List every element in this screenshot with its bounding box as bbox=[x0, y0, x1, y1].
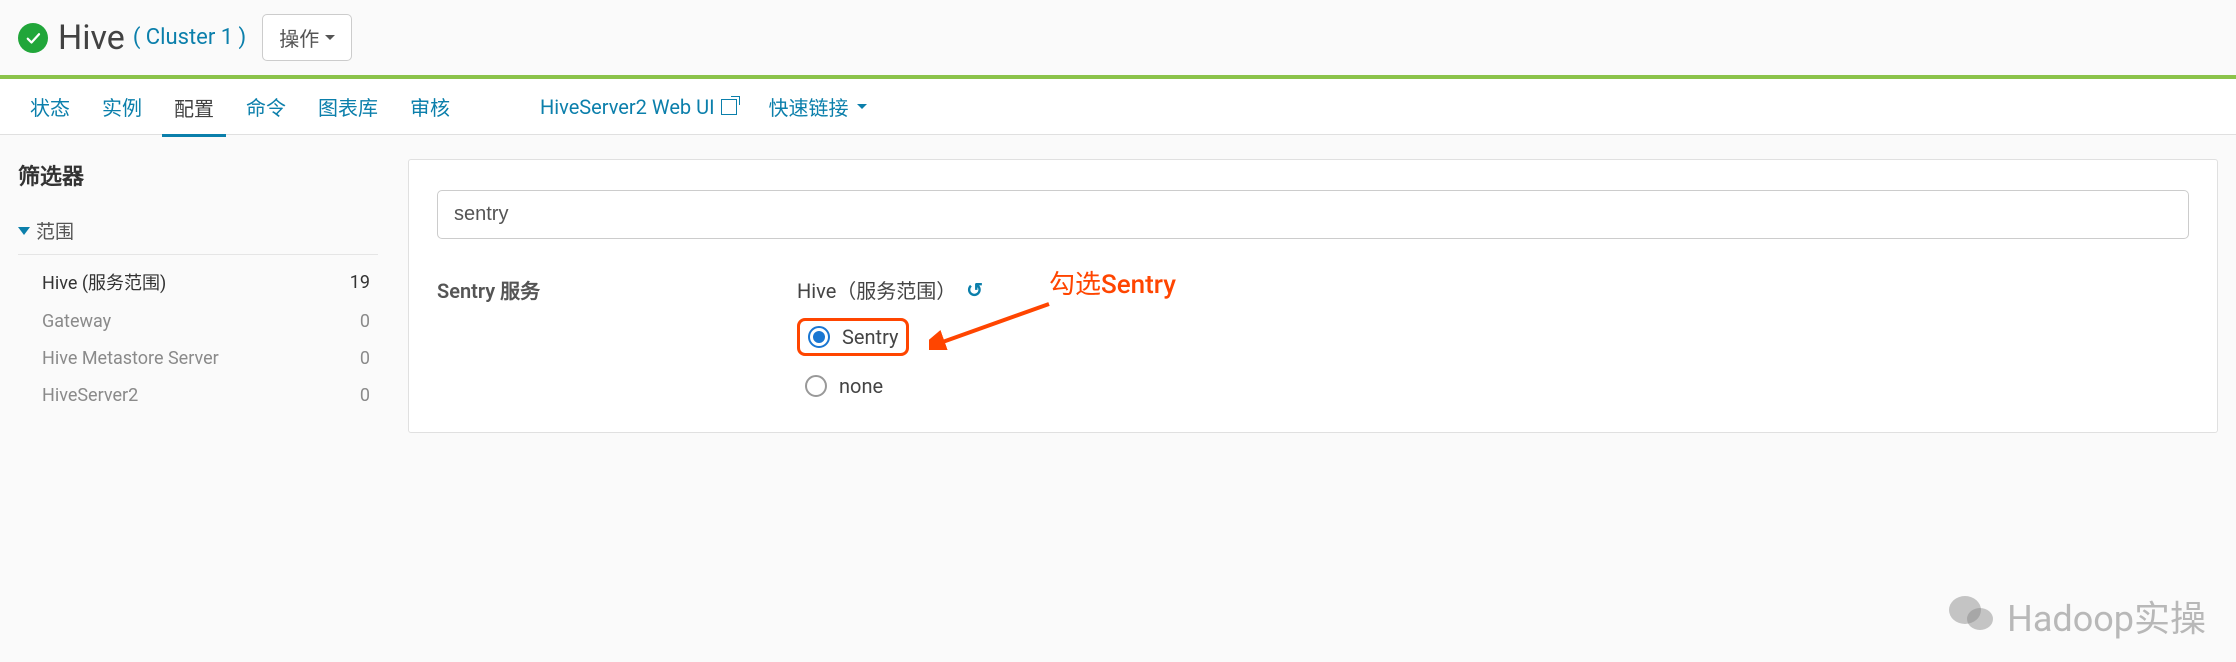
scope-text: Hive（服务范围） bbox=[797, 275, 956, 304]
filter-item-label: HiveServer2 bbox=[42, 385, 138, 406]
tab-status[interactable]: 状态 bbox=[18, 77, 82, 136]
undo-icon[interactable]: ↺ bbox=[966, 278, 983, 302]
caret-down-icon bbox=[325, 35, 335, 40]
config-property-label: Sentry 服务 bbox=[437, 275, 767, 402]
config-panel: Sentry 服务 Hive（服务范围） ↺ Sentry none bbox=[408, 159, 2218, 433]
config-row-sentry: Sentry 服务 Hive（服务范围） ↺ Sentry none bbox=[437, 275, 2189, 402]
filter-item-label: Gateway bbox=[42, 311, 111, 332]
filter-item-hiveserver2[interactable]: HiveServer2 0 bbox=[18, 377, 378, 414]
watermark-text: Hadoop实操 bbox=[2007, 590, 2206, 642]
tab-nav: 状态 实例 配置 命令 图表库 审核 HiveServer2 Web UI 快速… bbox=[0, 79, 2236, 135]
caret-down-icon bbox=[857, 104, 867, 109]
config-value-area: Hive（服务范围） ↺ Sentry none bbox=[797, 275, 2189, 402]
tab-config[interactable]: 配置 bbox=[162, 78, 226, 137]
quick-links-dropdown[interactable]: 快速链接 bbox=[757, 77, 879, 136]
tab-commands[interactable]: 命令 bbox=[234, 77, 298, 136]
filter-item-count: 0 bbox=[360, 311, 370, 332]
chevron-down-icon bbox=[18, 227, 30, 235]
filter-item-hive-scope[interactable]: Hive (服务范围) 19 bbox=[18, 261, 378, 303]
external-link-label: HiveServer2 Web UI bbox=[540, 95, 715, 119]
filter-section-scope[interactable]: 范围 bbox=[18, 217, 378, 255]
radio-option-sentry[interactable]: Sentry bbox=[797, 318, 909, 356]
watermark: Hadoop实操 bbox=[1949, 590, 2206, 642]
main-area: 筛选器 范围 Hive (服务范围) 19 Gateway 0 Hive Met… bbox=[0, 135, 2236, 457]
filter-item-count: 19 bbox=[350, 272, 370, 293]
tab-instances[interactable]: 实例 bbox=[90, 77, 154, 136]
actions-dropdown[interactable]: 操作 bbox=[262, 14, 352, 61]
actions-label: 操作 bbox=[279, 23, 319, 52]
external-link-icon bbox=[721, 99, 737, 115]
radio-option-none[interactable]: none bbox=[797, 370, 2189, 402]
external-webui-link[interactable]: HiveServer2 Web UI bbox=[528, 80, 749, 134]
filter-list: Hive (服务范围) 19 Gateway 0 Hive Metastore … bbox=[18, 255, 378, 420]
radio-label: Sentry bbox=[842, 325, 898, 349]
tab-charts[interactable]: 图表库 bbox=[306, 77, 390, 136]
radio-label: none bbox=[839, 374, 883, 398]
filter-sidebar: 筛选器 范围 Hive (服务范围) 19 Gateway 0 Hive Met… bbox=[18, 159, 378, 420]
cluster-link[interactable]: ( Cluster 1 ) bbox=[133, 25, 246, 50]
quick-links-label: 快速链接 bbox=[769, 92, 849, 121]
config-scope-label: Hive（服务范围） ↺ bbox=[797, 275, 2189, 304]
filter-item-count: 0 bbox=[360, 385, 370, 406]
service-title: Hive bbox=[58, 18, 125, 58]
service-header: Hive ( Cluster 1 ) 操作 bbox=[0, 0, 2236, 79]
config-search-input[interactable] bbox=[437, 190, 2189, 239]
radio-group: Sentry none bbox=[797, 318, 2189, 402]
filter-item-label: Hive Metastore Server bbox=[42, 348, 219, 369]
filter-item-gateway[interactable]: Gateway 0 bbox=[18, 303, 378, 340]
wechat-icon bbox=[1949, 596, 1997, 636]
filter-title: 筛选器 bbox=[18, 159, 378, 191]
filter-item-metastore[interactable]: Hive Metastore Server 0 bbox=[18, 340, 378, 377]
filter-item-count: 0 bbox=[360, 348, 370, 369]
status-ok-icon bbox=[18, 23, 48, 53]
filter-item-label: Hive (服务范围) bbox=[42, 269, 166, 295]
tab-audit[interactable]: 审核 bbox=[398, 77, 462, 136]
radio-icon bbox=[808, 326, 830, 348]
radio-icon bbox=[805, 375, 827, 397]
filter-section-label: 范围 bbox=[36, 217, 74, 244]
